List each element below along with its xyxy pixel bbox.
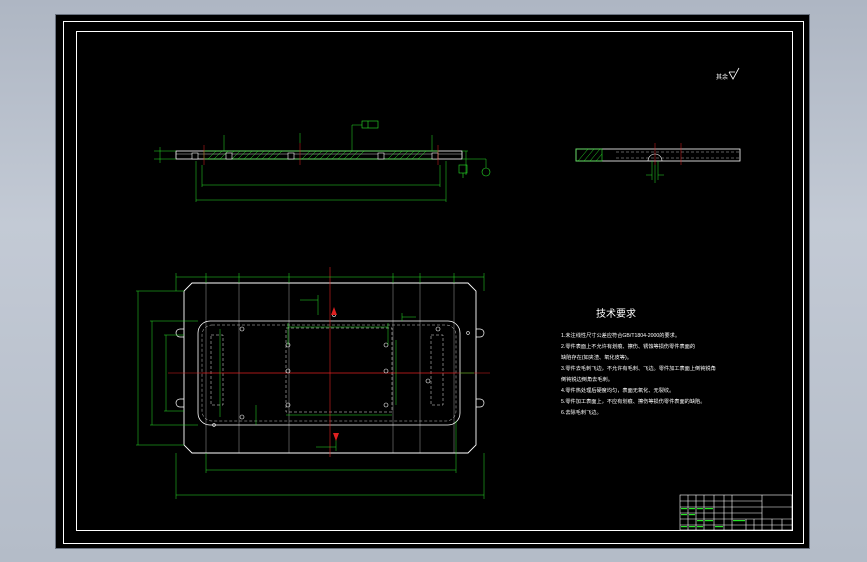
tech-item: 缺陷存在(如夹渣、氧化皮等)。 <box>561 353 632 361</box>
tech-item: 3.零件去毛刺飞边，不允许有毛刺、飞边。零件加工表面上倒钝锐角 <box>561 364 716 372</box>
tech-item: 1.未注线性尺寸公差应符合GB/T1804-2000的要求。 <box>561 331 680 339</box>
title-block-fill <box>681 508 745 528</box>
tech-item: 倒钝锐边倒角去毛刺。 <box>561 375 613 383</box>
drawing-border-outer <box>63 21 804 544</box>
side-view <box>575 143 741 183</box>
roughness-symbol-icon <box>728 67 740 80</box>
tech-requirements: 技术要求 1.未注线性尺寸公差应符合GB/T1804-2000的要求。 2.零件… <box>561 307 716 416</box>
tech-item: 6.去除毛刺飞边。 <box>561 408 602 416</box>
drawing-canvas[interactable]: 其余 技术要求 1.未注线性尺寸公差应符合GB/T1804-2000的要求。 2… <box>56 15 811 550</box>
tech-requirements-title: 技术要求 <box>596 307 636 320</box>
cad-viewport[interactable]: 其余 技术要求 1.未注线性尺寸公差应符合GB/T1804-2000的要求。 2… <box>55 14 810 549</box>
tech-item: 4.零件热处理后硬度均匀，表面无氧化、无裂纹。 <box>561 386 674 394</box>
tech-item: 5.零件加工表面上，不应有划痕、擦伤等损伤零件表面的缺陷。 <box>561 397 705 405</box>
roughness-note: 其余 <box>716 67 740 81</box>
tech-item: 2.零件表面上不允许有划痕、擦伤、锈蚀等损伤零件表面的 <box>561 342 695 350</box>
tech-requirements-items: 1.未注线性尺寸公差应符合GB/T1804-2000的要求。 2.零件表面上不允… <box>561 331 716 416</box>
drawing-border-inner <box>76 31 793 531</box>
svg-text:其余: 其余 <box>716 73 728 81</box>
gdt-frame <box>361 120 379 129</box>
front-view <box>154 120 491 202</box>
datum-circle-icon <box>481 159 491 177</box>
plan-view <box>136 267 490 499</box>
title-block <box>679 494 793 531</box>
